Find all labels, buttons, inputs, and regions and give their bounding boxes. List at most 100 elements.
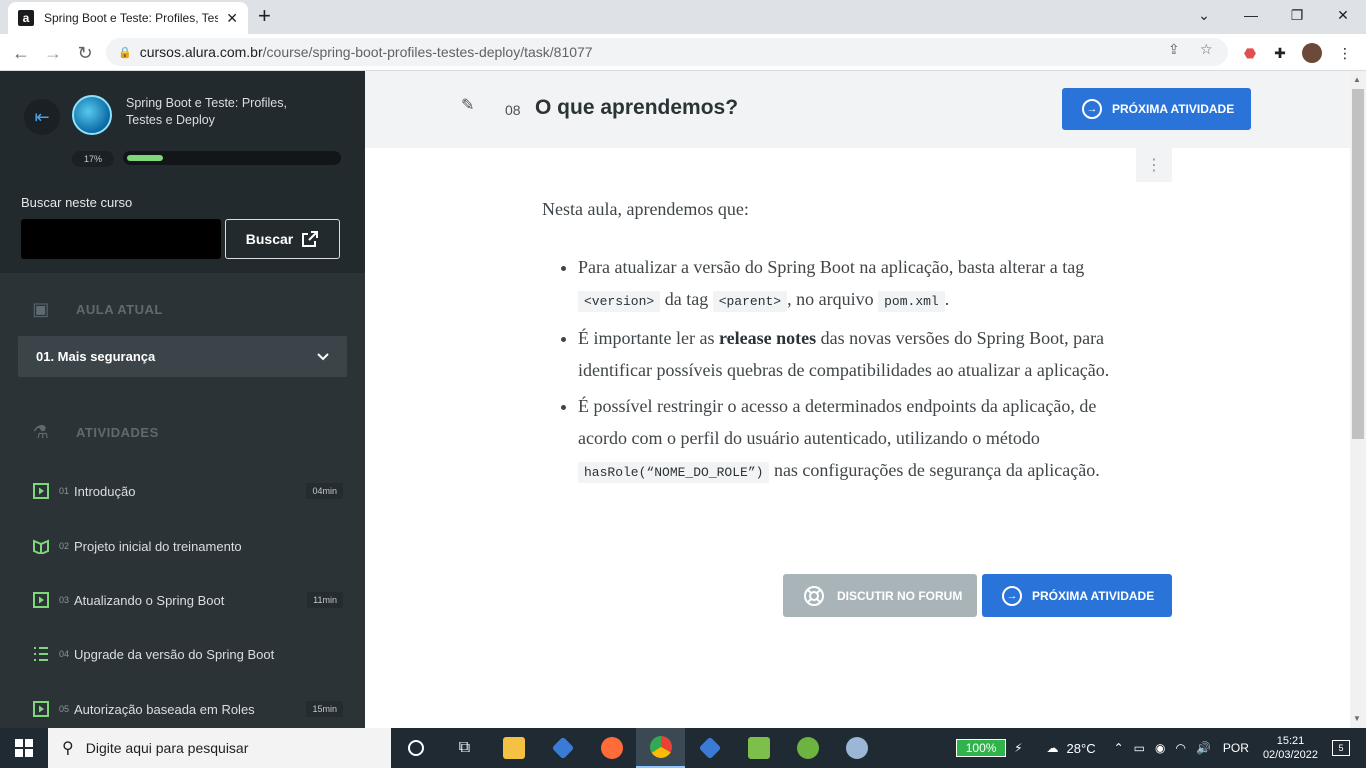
current-lesson-label: 01. Mais segurança <box>36 349 156 364</box>
close-window-button[interactable]: ✕ <box>1320 0 1366 30</box>
spring-tools-icon[interactable] <box>783 728 832 768</box>
address-bar[interactable]: 🔒 cursos.alura.com.br/course/spring-boot… <box>106 38 1228 66</box>
inline-code: <version> <box>578 291 661 312</box>
list-icon <box>33 646 49 662</box>
scrollbar-thumb[interactable] <box>1352 89 1364 439</box>
plug-icon: ⚡ <box>1014 741 1023 755</box>
postman-icon[interactable] <box>587 728 636 768</box>
wifi-icon[interactable]: ◠ <box>1175 741 1185 755</box>
course-search-input[interactable] <box>21 219 221 259</box>
activity-number: 01 <box>59 486 70 496</box>
task-header: ✎ 08 O que aprendemos? → PRÓXIMA ATIVIDA… <box>365 71 1350 148</box>
activity-label: Introdução <box>74 483 136 499</box>
language-indicator[interactable]: POR <box>1223 741 1249 755</box>
progress-bar <box>123 151 341 165</box>
page-scrollbar[interactable]: ▲ ▼ <box>1350 71 1366 728</box>
windows-start-button[interactable] <box>0 728 48 768</box>
close-tab-icon[interactable]: ✕ <box>226 10 238 27</box>
extension-icon[interactable]: ⬣ <box>1240 43 1260 63</box>
options-kebab-icon[interactable]: ⋮ <box>1136 148 1172 182</box>
browser-tab[interactable]: a Spring Boot e Teste: Profiles, Test ✕ <box>8 2 248 34</box>
current-lesson-header: ▣ AULA ATUAL <box>30 298 163 320</box>
activity-label: Autorização baseada em Roles <box>74 701 255 717</box>
restore-button[interactable]: ❐ <box>1274 0 1320 30</box>
video-icon <box>33 483 49 499</box>
volume-icon[interactable]: 🔊 <box>1196 741 1211 755</box>
summary-list: Para atualizar a versão do Spring Boot n… <box>542 251 1122 489</box>
book-icon <box>33 538 49 554</box>
chrome-icon[interactable] <box>636 728 685 768</box>
inline-code: pom.xml <box>878 291 945 312</box>
new-tab-button[interactable]: + <box>258 5 271 27</box>
profile-avatar[interactable] <box>1302 43 1322 63</box>
taskbar-search[interactable]: ⚲ Digite aqui para pesquisar <box>48 728 391 768</box>
next-activity-button-bottom[interactable]: → PRÓXIMA ATIVIDADE <box>982 574 1172 617</box>
back-to-course-button[interactable]: ⇤ <box>24 99 60 135</box>
activity-item[interactable]: 03 Atualizando o Spring Boot 11min <box>33 588 343 612</box>
arrow-right-circle-icon: → <box>1082 99 1102 119</box>
activity-item[interactable]: 04 Upgrade da versão do Spring Boot <box>33 642 343 666</box>
camera-icon[interactable]: ◉ <box>1155 741 1165 755</box>
discuss-forum-label: DISCUTIR NO FORUM <box>837 588 963 603</box>
sidebar-header: ⇤ Spring Boot e Teste: Profiles, Testes … <box>0 71 365 273</box>
next-activity-button-top[interactable]: → PRÓXIMA ATIVIDADE <box>1062 88 1251 130</box>
discuss-forum-button[interactable]: DISCUTIR NO FORUM <box>783 574 977 617</box>
tab-title: Spring Boot e Teste: Profiles, Test <box>44 11 219 25</box>
text: , no arquivo <box>787 289 874 309</box>
forward-button[interactable]: → <box>40 40 66 66</box>
notepad-icon[interactable] <box>734 728 783 768</box>
task-number: 08 <box>505 102 521 118</box>
file-explorer-icon[interactable] <box>489 728 538 768</box>
task-text: Nesta aula, aprendemos que: Para atualiz… <box>542 193 1122 493</box>
alura-favicon-icon: a <box>18 10 34 26</box>
reload-button[interactable]: ↻ <box>72 40 98 66</box>
chevron-up-icon[interactable]: ⌃ <box>1114 741 1124 755</box>
activity-item[interactable]: 01 Introdução 04min <box>33 479 343 503</box>
current-lesson-dropdown[interactable]: 01. Mais segurança <box>18 336 347 377</box>
paint-icon[interactable] <box>832 728 881 768</box>
weather-icon: ☁ <box>1046 741 1059 755</box>
main-content: ✎ 08 O que aprendemos? → PRÓXIMA ATIVIDA… <box>365 71 1350 728</box>
intro-text: Nesta aula, aprendemos que: <box>542 199 749 219</box>
video-icon <box>33 701 49 717</box>
text: nas configurações de segurança da aplica… <box>773 460 1100 480</box>
activities-header: ⚗ ATIVIDADES <box>30 421 159 443</box>
share-icon[interactable]: ⇪ <box>1168 41 1180 58</box>
clock[interactable]: 15:21 02/03/2022 <box>1263 734 1318 762</box>
battery-indicator[interactable]: 100% <box>956 739 1007 757</box>
url-domain: cursos.alura.com.br <box>139 44 263 60</box>
notification-count: 5 <box>1338 743 1344 753</box>
system-tray: 100% ⚡ ☁ 28°C ⌃ ▭ ◉ ◠ 🔊 POR 15:21 02/03/… <box>956 728 1366 768</box>
taskbar-search-placeholder: Digite aqui para pesquisar <box>85 740 249 756</box>
tab-search-chevron-icon[interactable]: ⌄ <box>1181 0 1227 30</box>
text: Para atualizar a versão do Spring Boot n… <box>578 257 1085 277</box>
activity-number: 02 <box>59 541 70 551</box>
list-item: Para atualizar a versão do Spring Boot n… <box>578 251 1122 318</box>
list-item: É importante ler as release notes das no… <box>578 322 1122 386</box>
sourcetree-icon[interactable] <box>685 728 734 768</box>
cortana-icon[interactable] <box>391 728 440 768</box>
git-app-icon[interactable] <box>538 728 587 768</box>
text: É importante ler as <box>578 328 715 348</box>
task-title: O que aprendemos? <box>535 96 739 119</box>
scroll-down-arrow-icon[interactable]: ▼ <box>1353 714 1361 723</box>
battery-icon[interactable]: ▭ <box>1134 741 1145 755</box>
activity-item[interactable]: 02 Projeto inicial do treinamento <box>33 534 343 558</box>
back-button[interactable]: ← <box>8 40 34 66</box>
browser-tab-bar: a Spring Boot e Teste: Profiles, Test ✕ … <box>0 0 1366 34</box>
scroll-up-arrow-icon[interactable]: ▲ <box>1353 75 1361 84</box>
list-item: É possível restringir o acesso a determi… <box>578 390 1122 489</box>
task-view-icon[interactable]: ⧉ <box>440 728 489 768</box>
menu-kebab-icon[interactable]: ⋮ <box>1335 43 1355 63</box>
minimize-button[interactable]: — <box>1228 0 1274 30</box>
bookmark-star-icon[interactable]: ☆ <box>1200 41 1213 58</box>
bold-text: release notes <box>718 328 817 348</box>
search-button[interactable]: Buscar <box>225 219 340 259</box>
date: 02/03/2022 <box>1262 749 1318 761</box>
activity-item[interactable]: 05 Autorização baseada em Roles 15min <box>33 697 343 721</box>
puzzle-extensions-icon[interactable]: ✚ <box>1270 43 1290 63</box>
activities-header-label: ATIVIDADES <box>76 424 159 440</box>
notifications-icon[interactable]: 5 <box>1332 740 1350 756</box>
activity-label: Upgrade da versão do Spring Boot <box>74 646 275 662</box>
weather-temp[interactable]: 28°C <box>1067 741 1096 756</box>
